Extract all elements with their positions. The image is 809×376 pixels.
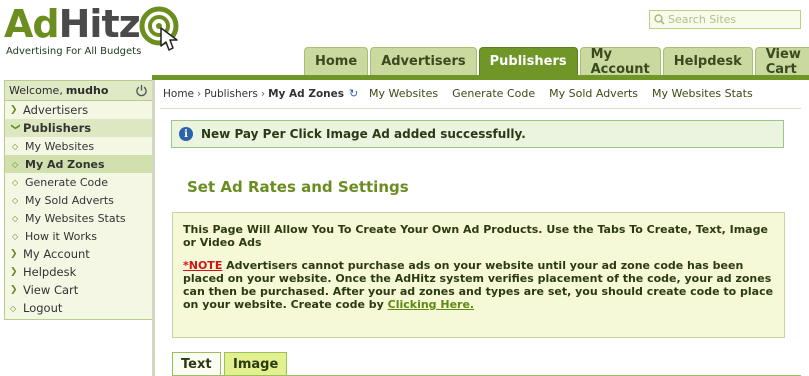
diamond-bullet-icon: ◇ [12,159,19,169]
power-icon[interactable] [135,84,148,97]
tab-text[interactable]: Text [172,352,221,376]
tab-advertisers-label: Advertisers [381,54,466,69]
breadcrumb-current: My Ad Zones [268,87,345,100]
adhitz-logo[interactable]: AdHitz Advertising For All Budgets [4,2,204,60]
diamond-bullet-icon: ◇ [12,231,19,241]
diamond-bullet-icon: ◇ [12,195,19,205]
search-box[interactable] [649,10,801,29]
tab-helpdesk[interactable]: Helpdesk [662,47,753,75]
breadcrumb-separator-icon: › [260,87,266,100]
chevron-right-icon: ❯ [10,249,18,259]
sidebar-item-my-websites[interactable]: ◇ My Websites [5,137,152,155]
tab-my-account-label: My Account [590,46,650,77]
welcome-bar: Welcome, mudho [5,81,152,101]
sidebar-item-label: My Websites Stats [25,211,126,225]
sublink-my-websites[interactable]: My Websites [369,87,438,100]
refresh-icon[interactable]: ↻ [349,87,358,100]
diamond-bullet-icon: ◇ [10,303,17,313]
diamond-bullet-icon: ◇ [12,141,19,151]
sidebar-item-logout[interactable]: ◇ Logout [5,299,152,317]
chevron-right-icon: ❯ [10,285,18,295]
main-nav: Home Advertisers Publishers My Account H… [304,46,809,77]
logo-wordmark: AdHitz [4,2,141,46]
sidebar-item-label: Generate Code [25,175,109,189]
tab-home-label: Home [315,54,358,69]
sidebar-item-how-it-works[interactable]: ◇ How it Works [5,227,152,245]
sidebar-item-label: Advertisers [23,103,89,117]
success-message: i New Pay Per Click Image Ad added succe… [171,120,784,148]
sidebar-item-my-sold-adverts[interactable]: ◇ My Sold Adverts [5,191,152,209]
tab-image-label: Image [233,357,279,372]
sidebar-item-helpdesk[interactable]: ❯ Helpdesk [5,263,152,281]
welcome-label: Welcome, [9,84,63,97]
clicking-here-link[interactable]: Clicking Here. [388,298,475,311]
logo-hitz-text: Hitz [58,2,141,46]
target-cursor-icon [139,6,179,51]
tab-text-label: Text [181,357,212,372]
tab-advertisers[interactable]: Advertisers [370,47,477,75]
sidebar-item-label: Helpdesk [23,265,77,279]
tab-home[interactable]: Home [304,47,369,75]
tab-helpdesk-label: Helpdesk [673,54,742,69]
sidebar-item-label: Logout [23,301,63,315]
sidebar-item-generate-code[interactable]: ◇ Generate Code [5,173,152,191]
sidebar-item-my-websites-stats[interactable]: ◇ My Websites Stats [5,209,152,227]
logo-ad-text: Ad [4,2,60,46]
sublink-my-sold-adverts[interactable]: My Sold Adverts [549,87,638,100]
note-label: *NOTE [183,259,223,272]
info-icon: i [179,127,193,141]
success-message-text: New Pay Per Click Image Ad added success… [201,127,526,141]
logo-tagline: Advertising For All Budgets [6,46,142,57]
breadcrumb-separator-icon: › [197,87,202,100]
diamond-bullet-icon: ◇ [12,213,19,223]
sidebar-item-publishers[interactable]: ❯ Publishers [5,119,152,137]
panel-note: *NOTE Advertisers cannot purchase ads on… [183,259,774,311]
diamond-bullet-icon: ◇ [12,177,19,187]
tab-my-account[interactable]: My Account [579,46,661,77]
page-title: Set Ad Rates and Settings [187,178,409,196]
sidebar-item-label: My Ad Zones [25,157,105,171]
sidebar-item-label: View Cart [23,283,79,297]
search-icon [654,14,665,25]
info-panel: This Page Will Allow You To Create Your … [172,212,785,338]
panel-intro: This Page Will Allow You To Create Your … [183,223,768,249]
chevron-down-icon: ❯ [10,123,20,131]
sidebar-item-label: My Account [23,247,90,261]
search-input[interactable] [668,13,798,26]
chevron-right-icon: ❯ [10,105,18,115]
sub-navigation: My Websites Generate Code My Sold Advert… [369,87,753,100]
breadcrumb-publishers[interactable]: Publishers [204,88,258,100]
sidebar-divider [152,80,155,376]
nav-underline [152,75,809,80]
breadcrumb: Home › Publishers › My Ad Zones ↻ [163,87,358,100]
sublink-generate-code[interactable]: Generate Code [452,87,535,100]
sidebar-item-my-account[interactable]: ❯ My Account [5,245,152,263]
breadcrumb-home[interactable]: Home [163,88,194,100]
chevron-right-icon: ❯ [10,267,18,277]
note-text: Advertisers cannot purchase ads on your … [183,259,774,311]
tab-publishers-label: Publishers [489,54,567,69]
tab-view-cart-label: View Cart [765,46,801,77]
username: mudho [65,84,109,97]
tab-image[interactable]: Image [224,352,288,376]
tab-publishers[interactable]: Publishers [478,47,578,75]
sidebar-item-view-cart[interactable]: ❯ View Cart [5,281,152,299]
sidebar-item-my-ad-zones[interactable]: ◇ My Ad Zones [5,155,152,173]
sidebar: Welcome, mudho ❯ Advertisers ❯ Publishers … [4,80,153,320]
sidebar-item-label: My Sold Adverts [25,193,114,207]
sidebar-item-label: Publishers [23,121,92,135]
tab-view-cart[interactable]: View Cart [754,46,809,77]
sidebar-item-label: My Websites [25,139,95,153]
sidebar-item-label: How it Works [25,229,97,243]
sidebar-item-advertisers[interactable]: ❯ Advertisers [5,101,152,119]
sublink-my-websites-stats[interactable]: My Websites Stats [652,87,753,100]
breadcrumb-divider [160,108,801,109]
